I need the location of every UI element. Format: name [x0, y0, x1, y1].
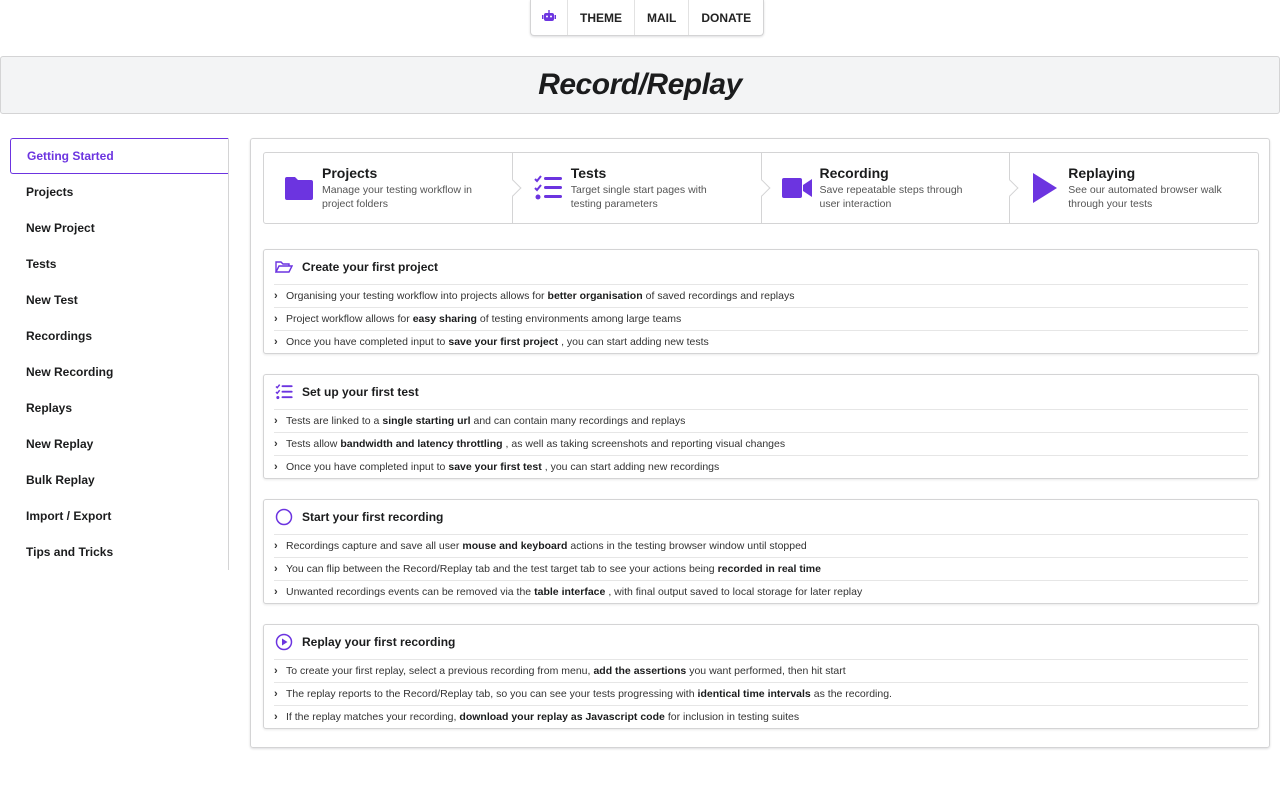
step-title: Replaying [1068, 165, 1136, 181]
mail-menu-item[interactable]: MAIL [634, 0, 688, 35]
chevron-right-icon: › [274, 438, 278, 450]
sidebar-item-new-test[interactable]: New Test [10, 282, 228, 318]
sidebar-item-getting-started[interactable]: Getting Started [10, 138, 228, 174]
step-description: See our automated browser walk through y… [1068, 184, 1222, 210]
chevron-right-icon: › [274, 688, 278, 700]
chevron-right-icon: › [274, 290, 278, 302]
page-header: Record/Replay [0, 56, 1280, 114]
chevron-right-icon: › [274, 415, 278, 427]
top-menu: THEME MAIL DONATE [530, 0, 765, 36]
list-item: › The replay reports to the Record/Replay… [274, 682, 1248, 705]
circle-outline-icon [274, 507, 294, 527]
play-icon [1030, 173, 1060, 203]
chevron-right-icon: › [274, 586, 278, 598]
step-replaying[interactable]: Replaying See our automated browser walk… [1009, 153, 1258, 223]
section-title: Replay your first recording [302, 635, 456, 649]
step-title: Tests [570, 165, 607, 181]
list-item: › To create your first replay, select a p… [274, 659, 1248, 682]
section-title: Create your first project [302, 260, 439, 274]
section-title: Start your first recording [302, 510, 444, 524]
sidebar-item-projects[interactable]: Projects [10, 174, 228, 210]
step-recording[interactable]: Recording Save repeatable steps through … [760, 153, 1019, 223]
list-item: › If the replay matches your recording, do… [274, 705, 1248, 728]
chevron-right-icon: › [274, 711, 278, 723]
section-replay-recording: Replay your first recording › To create y… [263, 624, 1259, 729]
step-title: Recording [819, 165, 889, 181]
donate-menu-item[interactable]: DONATE [688, 0, 763, 35]
step-description: Target single start pages with testing p… [570, 184, 707, 210]
list-item: › Tests allow bandwidth and latency thrott… [274, 432, 1248, 455]
robot-icon [542, 10, 556, 25]
sidebar-item-replays[interactable]: Replays [10, 390, 228, 426]
chevron-right-icon: › [274, 313, 278, 325]
list-item: › Once you have completed input to save yo… [274, 330, 1248, 353]
tasks-icon [533, 173, 563, 203]
sidebar-item-new-replay[interactable]: New Replay [10, 426, 228, 462]
chevron-right-icon: › [274, 563, 278, 575]
video-camera-icon [781, 173, 812, 203]
step-tests[interactable]: Tests Target single start pages with tes… [511, 153, 770, 223]
folder-icon [284, 173, 314, 203]
sidebar-item-recordings[interactable]: Recordings [10, 318, 228, 354]
sidebar-item-tests[interactable]: Tests [10, 246, 228, 282]
play-circle-outline-icon [274, 632, 294, 652]
step-description: Manage your testing workflow in project … [322, 184, 472, 210]
list-item: › Tests are linked to a single starting ur… [274, 409, 1248, 432]
section-title: Set up your first test [302, 385, 419, 399]
step-title: Projects [322, 165, 378, 181]
sidebar-menu: Getting Started Projects New Project Tes… [10, 138, 229, 570]
step-description: Save repeatable steps through user inter… [819, 184, 963, 210]
list-item: › Once you have completed input to save yo… [274, 455, 1248, 478]
list-item: › Project workflow allows for easy sharing… [274, 307, 1248, 330]
folder-open-outline-icon [274, 257, 294, 277]
sidebar-item-bulk-replay[interactable]: Bulk Replay [10, 462, 228, 498]
chevron-right-icon: › [274, 665, 278, 677]
page-title: Record/Replay [538, 68, 742, 101]
list-item: › Unwanted recordings events can be remov… [274, 580, 1248, 603]
main-content: Projects Manage your testing workflow in… [250, 138, 1270, 748]
steps-bar: Projects Manage your testing workflow in… [263, 152, 1259, 224]
chevron-right-icon: › [274, 336, 278, 348]
sidebar-item-new-project[interactable]: New Project [10, 210, 228, 246]
tasks-icon [274, 382, 294, 402]
section-create-project: Create your first project › Organising yo… [263, 249, 1259, 354]
section-start-recording: Start your first recording › Recordings c… [263, 499, 1259, 604]
step-projects[interactable]: Projects Manage your testing workflow in… [264, 153, 522, 223]
chevron-right-icon: › [274, 540, 278, 552]
list-item: › Recordings capture and save all user mou… [274, 534, 1248, 557]
chevron-right-icon: › [274, 461, 278, 473]
robot-icon-button[interactable] [531, 0, 567, 35]
section-setup-test: Set up your first test › Tests are linked… [263, 374, 1259, 479]
sidebar-item-import-export[interactable]: Import / Export [10, 498, 228, 534]
sidebar-item-new-recording[interactable]: New Recording [10, 354, 228, 390]
list-item: › You can flip between the Record/Replay … [274, 557, 1248, 580]
theme-menu-item[interactable]: THEME [567, 0, 634, 35]
sidebar-item-tips-and-tricks[interactable]: Tips and Tricks [10, 534, 228, 570]
list-item: › Organising your testing workflow into p… [274, 284, 1248, 307]
